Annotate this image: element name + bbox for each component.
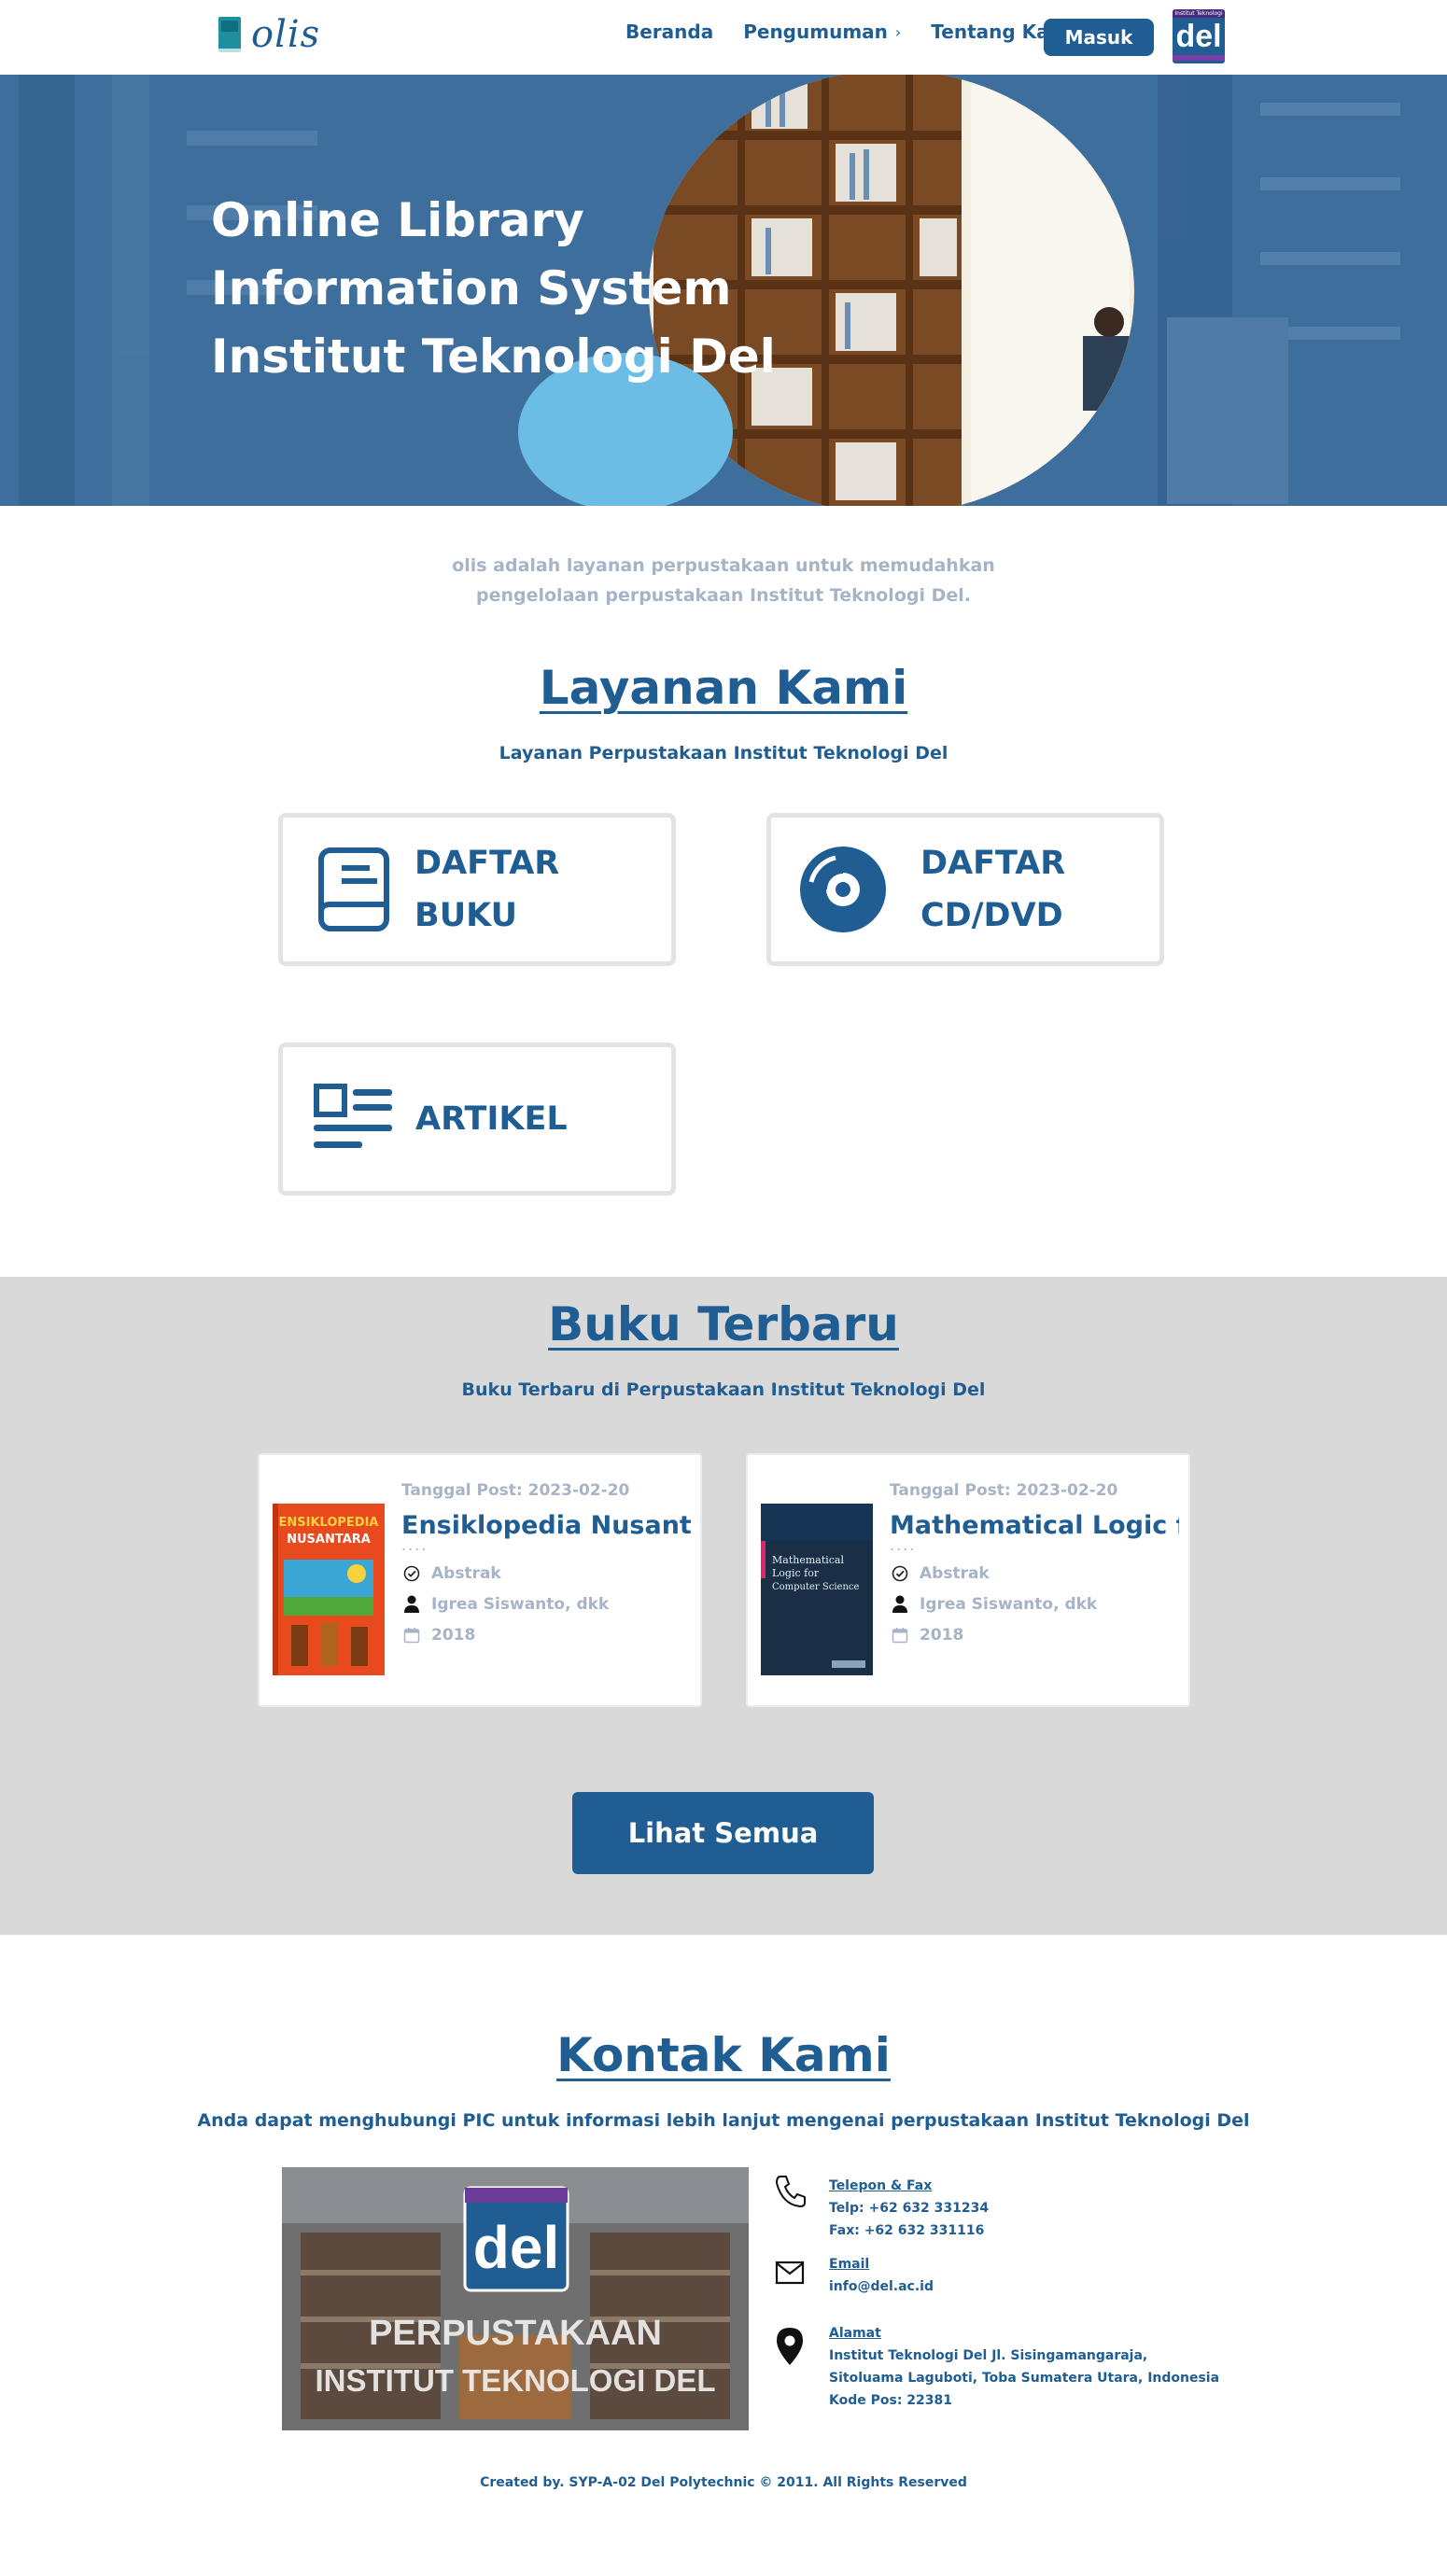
book-card[interactable]: ENSIKLOPEDIA NUSANTARA Tanggal Post: 202… <box>258 1453 702 1707</box>
hero-title-line1: Online Library <box>211 193 584 247</box>
contact-phone-text: Telepon & Fax Telp: +62 632 331234 Fax: … <box>829 2175 989 2242</box>
book-title[interactable]: Ensiklopedia Nusantara <box>401 1511 691 1540</box>
book-card[interactable]: Mathematical Logic for Computer Science … <box>746 1453 1190 1707</box>
brand-name: olis <box>251 13 321 56</box>
intro-line2: pengelolaan perpustakaan Institut Teknol… <box>475 585 971 606</box>
hero-title-line2: Information System <box>211 261 732 315</box>
contact-email: Email info@del.ac.id <box>775 2253 934 2298</box>
check-circle-icon <box>890 1565 910 1582</box>
book-author-row: Igrea Siswanto, dkk <box>890 1593 1179 1616</box>
photo-caption-line2: INSTITUT TEKNOLOGI DEL <box>316 2363 716 2398</box>
contact-email-heading: Email <box>829 2257 870 2272</box>
contact-address-text: Alamat Institut Teknologi Del Jl. Sising… <box>829 2322 1219 2412</box>
book-author: Igrea Siswanto, dkk <box>431 1595 610 1614</box>
kontak-subtitle: Anda dapat menghubungi PIC untuk informa… <box>197 2110 1250 2131</box>
service-daftar-cd-dvd[interactable]: DAFTAR CD/DVD <box>766 813 1164 966</box>
book-post-date: Tanggal Post: 2023-02-20 <box>890 1481 1118 1500</box>
hero-banner: Online Library Information System Instit… <box>0 75 1447 506</box>
book-post-date: Tanggal Post: 2023-02-20 <box>401 1481 630 1500</box>
del-logo-caption: Institut Teknologi <box>1173 9 1225 18</box>
login-button[interactable]: Masuk <box>1044 19 1154 56</box>
footer-copyright: Created by. SYP-A-02 Del Polytechnic © 2… <box>480 2475 967 2490</box>
service-cd-label-line1: DAFTAR <box>920 845 1066 882</box>
nav-pengumuman-label: Pengumuman <box>743 21 888 43</box>
book-title[interactable]: Mathematical Logic for <box>890 1511 1179 1540</box>
cover-title-line1: ENSIKLOPEDIA <box>278 1516 378 1530</box>
contact-address-line1: Institut Teknologi Del Jl. Sisingamangar… <box>829 2348 1148 2363</box>
article-icon <box>303 1084 406 1155</box>
book-cover-image: ENSIKLOPEDIA NUSANTARA <box>273 1504 385 1675</box>
service-artikel[interactable]: ARTIKEL <box>278 1043 676 1196</box>
photo-caption-line1: PERPUSTAKAAN <box>369 2314 662 2353</box>
book-year: 2018 <box>431 1626 476 1645</box>
contact-phone-heading: Telepon & Fax <box>829 2178 933 2193</box>
service-daftar-cd-dvd-label: DAFTAR CD/DVD <box>920 837 1065 942</box>
contact-address-line3: Kode Pos: 22381 <box>829 2393 953 2408</box>
book-cover-image: Mathematical Logic for Computer Science <box>761 1504 873 1675</box>
disc-icon <box>792 845 894 934</box>
contact-phone-number: Telp: +62 632 331234 <box>829 2201 990 2216</box>
book-author-row: Igrea Siswanto, dkk <box>401 1593 691 1616</box>
service-cd-label-line2: CD/DVD <box>920 897 1063 934</box>
hero-title-line3: Institut Teknologi Del <box>211 329 776 384</box>
buku-terbaru-subtitle: Buku Terbaru di Perpustakaan Institut Te… <box>461 1379 986 1400</box>
contact-address: Alamat Institut Teknologi Del Jl. Sising… <box>775 2322 1219 2412</box>
book-year: 2018 <box>920 1626 964 1645</box>
service-artikel-label: ARTIKEL <box>415 1100 568 1138</box>
phone-icon <box>775 2175 808 2242</box>
book-abstract-row[interactable]: Abstrak <box>890 1562 1179 1585</box>
map-pin-icon <box>775 2322 808 2412</box>
book-meta: Tanggal Post: 2023-02-20 Ensiklopedia Nu… <box>401 1481 691 1646</box>
mail-icon <box>775 2253 808 2298</box>
intro-text: olis adalah layanan perpustakaan untuk m… <box>0 551 1447 610</box>
book-icon <box>303 847 405 932</box>
book-meta: Tanggal Post: 2023-02-20 Mathematical Lo… <box>890 1481 1179 1646</box>
cover-title-line3: Computer Science <box>772 1582 860 1592</box>
book-year-row: 2018 <box>890 1624 1179 1646</box>
contact-address-heading: Alamat <box>829 2326 881 2341</box>
intro-line1: olis adalah layanan perpustakaan untuk m… <box>452 555 995 576</box>
del-logo-stripe <box>1173 55 1225 61</box>
layanan-title: Layanan Kami <box>539 661 908 715</box>
see-all-button[interactable]: Lihat Semua <box>572 1792 874 1874</box>
nav-beranda-label: Beranda <box>625 21 714 43</box>
hero-title: Online Library Information System Instit… <box>211 187 776 391</box>
cover-title-line1: Mathematical <box>772 1554 844 1566</box>
cover-title-line2: Logic for <box>772 1567 820 1579</box>
del-logo[interactable]: Institut Teknologi del <box>1173 9 1225 63</box>
nav-pengumuman[interactable]: Pengumuman › <box>743 21 901 43</box>
contact-email-address[interactable]: info@del.ac.id <box>829 2275 934 2298</box>
cover-title-line2: NUSANTARA <box>287 1533 371 1547</box>
book-year-row: 2018 <box>401 1624 691 1646</box>
buku-terbaru-title: Buku Terbaru <box>548 1297 899 1351</box>
user-icon <box>401 1595 422 1614</box>
book-abstract-label: Abstrak <box>431 1564 501 1583</box>
book-author: Igrea Siswanto, dkk <box>920 1595 1098 1614</box>
book-logo-icon <box>218 17 241 52</box>
calendar-icon <box>890 1627 910 1644</box>
chevron-right-icon: › <box>894 22 902 41</box>
book-abstract-row[interactable]: Abstrak <box>401 1562 691 1585</box>
contact-address-line2: Sitoluama Laguboti, Toba Sumatera Utara,… <box>829 2371 1220 2386</box>
navbar: olis Beranda Pengumuman › Tentang Kami ›… <box>0 0 1447 75</box>
layanan-subtitle: Layanan Perpustakaan Institut Teknologi … <box>499 743 948 763</box>
contact-email-text: Email info@del.ac.id <box>829 2253 934 2298</box>
library-photo: del PERPUSTAKAAN INSTITUT TEKNOLOGI DEL <box>282 2167 749 2430</box>
service-daftar-buku[interactable]: DAFTAR BUKU <box>278 813 676 966</box>
calendar-icon <box>401 1627 422 1644</box>
logo[interactable]: olis <box>218 13 320 56</box>
photo-del-logo-text: del <box>473 2214 559 2281</box>
contact-phone: Telepon & Fax Telp: +62 632 331234 Fax: … <box>775 2175 989 2242</box>
kontak-title: Kontak Kami <box>556 2028 891 2082</box>
contact-fax-number: Fax: +62 632 331116 <box>829 2223 985 2238</box>
del-logo-text: del <box>1175 19 1222 54</box>
book-abstract-label: Abstrak <box>920 1564 990 1583</box>
check-circle-icon <box>401 1565 422 1582</box>
nav-beranda[interactable]: Beranda <box>625 21 713 43</box>
user-icon <box>890 1595 910 1614</box>
service-daftar-buku-label: DAFTAR BUKU <box>414 845 560 934</box>
